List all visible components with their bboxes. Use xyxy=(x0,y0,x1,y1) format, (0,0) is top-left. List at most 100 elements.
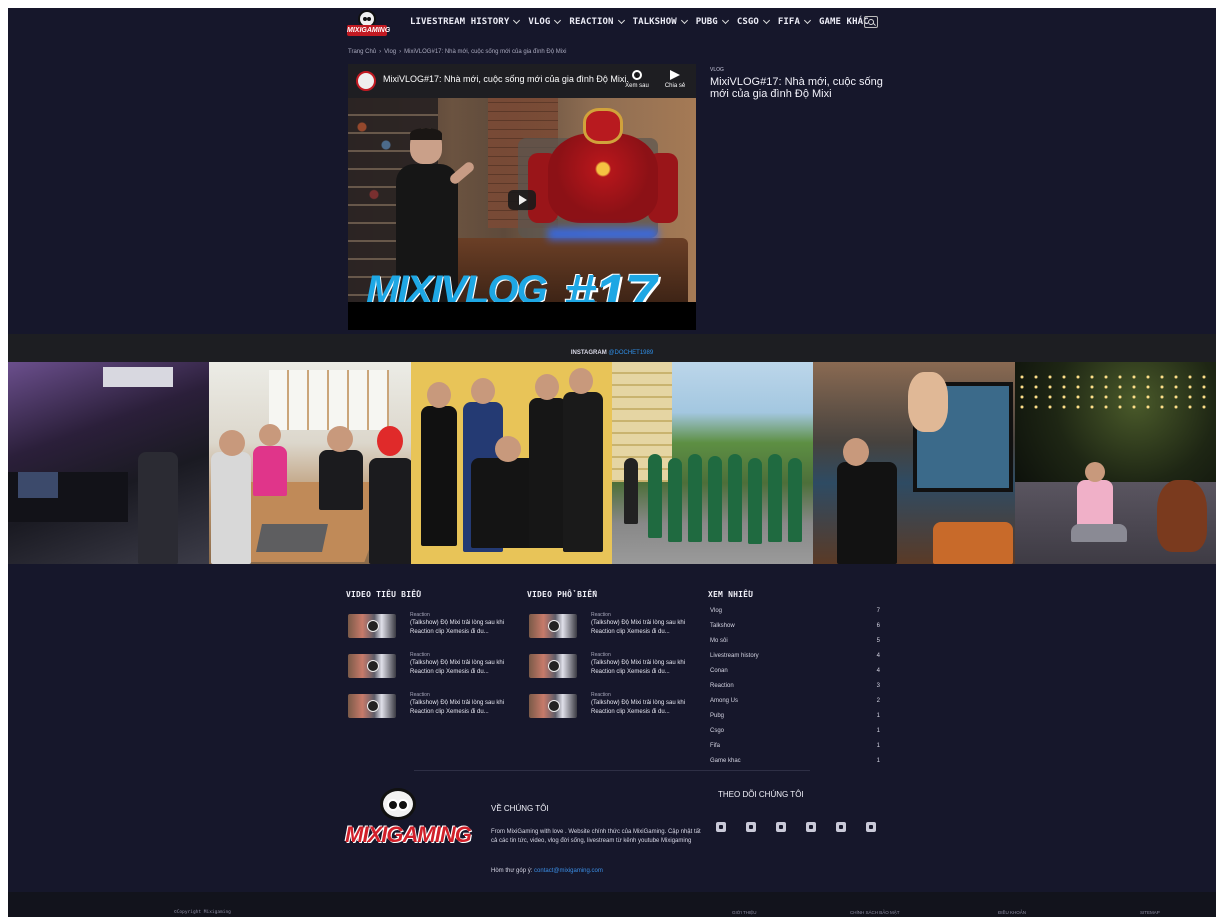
breadcrumb-category[interactable]: Vlog xyxy=(384,49,396,55)
website-icon[interactable] xyxy=(716,822,726,832)
email-link[interactable]: contact@mixigaming.com xyxy=(534,868,603,874)
instagram-photo[interactable] xyxy=(410,362,612,564)
featured-video-item[interactable]: Reaction (Talkshow) Độ Mixi trải lòng sa… xyxy=(348,692,518,720)
video-category[interactable]: Reaction xyxy=(410,612,430,618)
video-title[interactable]: (Talkshow) Độ Mixi trải lòng sau khi Rea… xyxy=(410,659,522,677)
most-viewed-item[interactable]: Vlog 7 xyxy=(710,608,880,614)
category-name: Fifa xyxy=(710,743,721,749)
category-name: Game khac xyxy=(710,758,741,764)
nav-item-game-khac[interactable]: GAME KHÁC xyxy=(819,17,869,27)
breadcrumb-separator: › xyxy=(399,49,402,55)
category-count: 6 xyxy=(876,623,880,629)
channel-avatar[interactable] xyxy=(356,71,376,91)
category-count: 5 xyxy=(876,638,880,644)
most-viewed-item[interactable]: Game khac 1 xyxy=(710,758,880,764)
most-viewed-item[interactable]: Mo sôi 5 xyxy=(710,638,880,644)
breadcrumb-home[interactable]: Trang Chủ xyxy=(348,49,376,55)
chevron-down-icon xyxy=(680,16,688,25)
nav-item-talkshow[interactable]: TALKSHOW xyxy=(633,16,688,27)
most-viewed-item[interactable]: Talkshow 6 xyxy=(710,623,880,629)
nav-item-vlog[interactable]: VLOG xyxy=(528,16,562,27)
category-count: 4 xyxy=(876,668,880,674)
social-links xyxy=(716,822,876,832)
most-viewed-item[interactable]: Pubg 1 xyxy=(710,713,880,719)
video-thumb[interactable] xyxy=(348,614,396,638)
search-icon[interactable] xyxy=(864,16,878,28)
footer-link-privacy[interactable]: CHÍNH SÁCH BẢO MẬT xyxy=(850,910,900,915)
video-title[interactable]: (Talkshow) Độ Mixi trải lòng sau khi Rea… xyxy=(410,619,522,637)
video-player[interactable]: MixiVLOG#17: Nhà mới, cuộc sống mới của … xyxy=(348,64,696,330)
watch-later-button[interactable]: Xem sau xyxy=(622,70,652,89)
video-title[interactable]: (Talkshow) Độ Mixi trải lòng sau khi Rea… xyxy=(410,699,522,717)
most-viewed-item[interactable]: Livestream history 4 xyxy=(710,653,880,659)
video-thumb[interactable] xyxy=(529,654,577,678)
instagram-photo[interactable] xyxy=(813,362,1015,564)
play-icon[interactable] xyxy=(508,190,536,210)
most-viewed-item[interactable]: Conan 4 xyxy=(710,668,880,674)
video-thumb[interactable] xyxy=(529,694,577,718)
video-thumb[interactable] xyxy=(348,694,396,718)
popular-video-item[interactable]: Reaction (Talkshow) Độ Mixi trải lòng sa… xyxy=(529,692,699,720)
video-title[interactable]: (Talkshow) Độ Mixi trải lòng sau khi Rea… xyxy=(591,659,703,677)
most-viewed-item[interactable]: Reaction 3 xyxy=(710,683,880,689)
category-count: 3 xyxy=(876,683,880,689)
site-logo[interactable]: MIXIGAMING xyxy=(347,10,391,40)
instagram-photo[interactable] xyxy=(611,362,814,564)
post-category[interactable]: VLOG xyxy=(710,67,724,73)
ironman-statue xyxy=(528,108,678,248)
youtube-icon[interactable] xyxy=(866,822,876,832)
category-name: Mo sôi xyxy=(710,638,728,644)
video-title[interactable]: MixiVLOG#17: Nhà mới, cuộc sống mới của … xyxy=(383,74,629,84)
footer-link-sitemap[interactable]: SITEMAP xyxy=(1140,910,1160,915)
popular-video-item[interactable]: Reaction (Talkshow) Độ Mixi trải lòng sa… xyxy=(529,612,699,640)
video-thumbnail[interactable]: MIXIVLOG #17 xyxy=(348,98,696,302)
featured-video-item[interactable]: Reaction (Talkshow) Độ Mixi trải lòng sa… xyxy=(348,652,518,680)
instagram-photo[interactable] xyxy=(209,362,411,564)
category-count: 1 xyxy=(876,743,880,749)
share-button[interactable]: Chia sẻ xyxy=(660,70,690,89)
category-count: 1 xyxy=(876,758,880,764)
video-category[interactable]: Reaction xyxy=(591,612,611,618)
nav-item-livestream-history[interactable]: LIVESTREAM HISTORY xyxy=(410,16,521,27)
video-thumb[interactable] xyxy=(348,654,396,678)
category-name: Livestream history xyxy=(710,653,759,659)
instagram-photo[interactable] xyxy=(8,362,210,564)
popular-video-item[interactable]: Reaction (Talkshow) Độ Mixi trải lòng sa… xyxy=(529,652,699,680)
most-viewed-item[interactable]: Csgo 1 xyxy=(710,728,880,734)
follow-title: THEO DÕI CHÚNG TÔI xyxy=(718,790,804,799)
video-title[interactable]: (Talkshow) Độ Mixi trải lòng sau khi Rea… xyxy=(591,619,703,637)
instagram-icon[interactable] xyxy=(836,822,846,832)
category-count: 7 xyxy=(876,608,880,614)
footer-link-about[interactable]: GIỚI THIỆU xyxy=(732,910,757,915)
copyright: ©Copyright Mixigaming xyxy=(174,910,231,915)
video-title[interactable]: (Talkshow) Độ Mixi trải lòng sau khi Rea… xyxy=(591,699,703,717)
featured-videos-title: VIDEO TIÊU BIỂU xyxy=(346,590,422,599)
discord-icon[interactable] xyxy=(806,822,816,832)
clock-icon xyxy=(632,70,642,80)
instagram-handle[interactable]: @DOCHET1989 xyxy=(608,350,653,356)
site-logo-text: MIXIGAMING xyxy=(347,25,391,36)
video-thumb[interactable] xyxy=(529,614,577,638)
featured-video-item[interactable]: Reaction (Talkshow) Độ Mixi trải lòng sa… xyxy=(348,612,518,640)
footer-link-terms[interactable]: ĐIỀU KHOẢN xyxy=(998,910,1026,915)
chevron-down-icon xyxy=(762,16,770,25)
nav-item-reaction[interactable]: REACTION xyxy=(569,16,625,27)
main-nav: LIVESTREAM HISTORY VLOG REACTION TALKSHO… xyxy=(410,16,869,27)
thumbnail-overlay-number: #17 xyxy=(564,263,657,302)
video-category[interactable]: Reaction xyxy=(410,652,430,658)
video-category[interactable]: Reaction xyxy=(410,692,430,698)
most-viewed-item[interactable]: Fifa 1 xyxy=(710,743,880,749)
nav-item-pubg[interactable]: PUBG xyxy=(696,16,729,27)
share-icon xyxy=(670,70,680,80)
video-category[interactable]: Reaction xyxy=(591,692,611,698)
nav-item-csgo[interactable]: CSGO xyxy=(737,16,770,27)
footer-logo[interactable]: MIXIGAMING xyxy=(344,788,472,860)
twitter-icon[interactable] xyxy=(776,822,786,832)
facebook-icon[interactable] xyxy=(746,822,756,832)
nav-item-fifa[interactable]: FIFA xyxy=(778,16,812,27)
video-category[interactable]: Reaction xyxy=(591,652,611,658)
nav-label: GAME KHÁC xyxy=(818,17,869,27)
instagram-photo[interactable] xyxy=(1014,362,1216,564)
category-count: 1 xyxy=(876,713,880,719)
most-viewed-item[interactable]: Among Us 2 xyxy=(710,698,880,704)
